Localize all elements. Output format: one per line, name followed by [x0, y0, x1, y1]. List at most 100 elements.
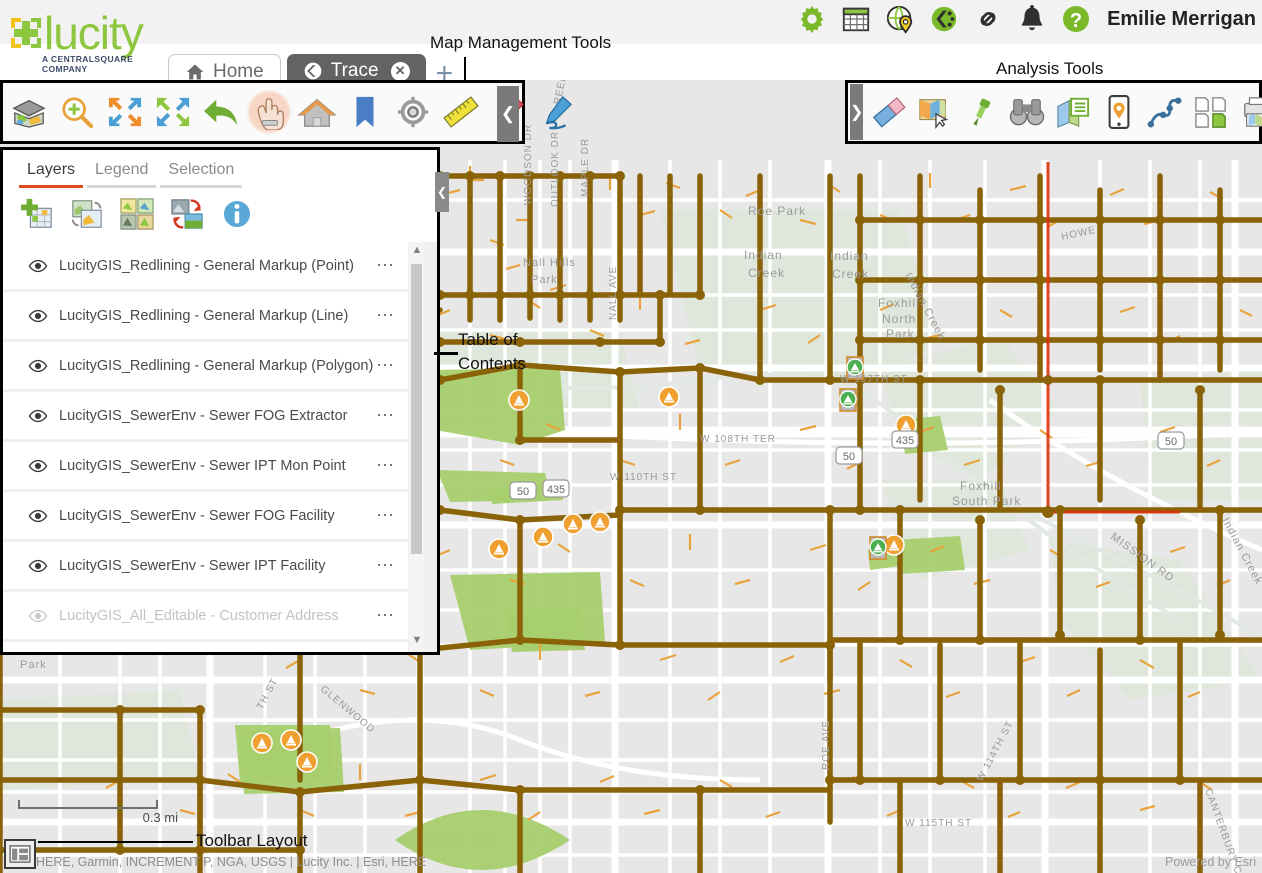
layer-visibility-eye-icon[interactable] — [25, 509, 51, 523]
reports-pages-icon[interactable] — [1189, 88, 1233, 136]
binoculars-search-icon[interactable] — [1005, 88, 1049, 136]
link-icon[interactable] — [971, 2, 1005, 36]
scrollbar-thumb[interactable] — [411, 264, 422, 554]
map-label: Creek — [748, 266, 785, 280]
lucity-k-icon[interactable] — [927, 2, 961, 36]
route-shield-label: 50 — [1165, 436, 1177, 448]
layer-row[interactable]: LucityGIS_SewerEnv - Sewer FOG Facility ⋯ — [3, 492, 408, 540]
print-map-icon[interactable] — [1235, 88, 1262, 136]
zoom-previous-icon[interactable] — [103, 88, 147, 136]
layer-row[interactable]: LucityGIS_All_Editable - Customer Addres… — [3, 592, 408, 640]
map-label: W 115TH ST — [905, 818, 972, 829]
redline-blue-pen-icon[interactable] — [535, 88, 579, 136]
route-shield: 50 — [835, 446, 863, 465]
lucity-gis-map-application: REEDS DRWOODSON DROUTLOOK DRMAPLE DRNall… — [0, 0, 1262, 873]
layer-row[interactable]: LucityGIS_SewerEnv - Sewer IPT Facility ⋯ — [3, 542, 408, 590]
analysis-toolbar: ❯ — [845, 80, 1262, 144]
undo-arrow-icon[interactable] — [199, 88, 243, 136]
map-scalebar: 0.3 mi — [18, 800, 178, 825]
pan-hand-icon[interactable] — [247, 88, 291, 136]
layer-row[interactable]: LucityGIS_SewerEnv - Sewer IPT Mon Point… — [3, 442, 408, 490]
layer-list-scrollbar[interactable]: ▲ ▼ — [409, 242, 425, 652]
map-label: W 107TH ST — [840, 374, 908, 385]
header-icon-bar: ? Emilie Merrigan — [795, 2, 1262, 36]
table-of-contents-panel: ❮ Layers Legend Selection LucityGIS_Redl… — [0, 147, 449, 655]
select-features-icon[interactable] — [913, 88, 957, 136]
annotation-table-of-contents: Table of Contents — [458, 330, 527, 373]
map-label: NALL AVE — [608, 266, 619, 320]
layer-row[interactable]: LucityGIS_SewerEnv - Sewer FOG Extractor… — [3, 392, 408, 440]
toc-collapse-button[interactable]: ❮ — [435, 172, 449, 212]
layer-row[interactable]: LucityGIS_Redlining - General Markup (Li… — [3, 292, 408, 340]
layer-options-menu[interactable]: ⋯ — [376, 305, 408, 326]
layer-row[interactable]: LucityGIS_Redlining - General Markup (Po… — [3, 242, 408, 290]
layer-visibility-eye-icon[interactable] — [25, 259, 51, 273]
toc-tab-selection[interactable]: Selection — [160, 159, 243, 188]
toc-tab-legend[interactable]: Legend — [87, 159, 157, 188]
layer-visibility-eye-icon[interactable] — [25, 459, 51, 473]
open-map-icon[interactable] — [7, 88, 51, 136]
help-icon[interactable]: ? — [1059, 2, 1093, 36]
map-label: Indian — [830, 249, 869, 263]
map-label: Park — [531, 274, 558, 286]
layer-row[interactable]: lctclients_View⋯ — [3, 642, 408, 652]
zoom-in-search-icon[interactable] — [55, 88, 99, 136]
route-shield: 435 — [891, 430, 919, 449]
map-attributes-icon[interactable] — [1051, 88, 1095, 136]
layer-options-menu[interactable]: ⋯ — [376, 505, 408, 526]
bell-icon[interactable] — [1015, 2, 1049, 36]
analysis-expand-button[interactable]: ❯ — [850, 84, 864, 140]
toc-tab-layers[interactable]: Layers — [19, 159, 84, 188]
bookmark-icon[interactable] — [343, 88, 387, 136]
add-layer-icon[interactable] — [17, 196, 57, 232]
map-label: Park — [20, 659, 47, 671]
layer-options-menu[interactable]: ⋯ — [376, 355, 408, 376]
map-attribution: HERE, Garmin, INCREMENT P, NGA, USGS | L… — [36, 855, 427, 869]
refresh-layers-icon[interactable] — [67, 196, 107, 232]
layer-name-label: LucityGIS_SewerEnv - Sewer IPT Mon Point — [59, 457, 346, 474]
trace-network-icon[interactable] — [1143, 88, 1187, 136]
map-label: Roe Park — [748, 204, 806, 218]
annotation-leader-map-management — [464, 57, 466, 83]
calendar-icon[interactable] — [839, 2, 873, 36]
map-label: OUTLOOK DR — [550, 131, 561, 207]
scroll-up-arrow[interactable]: ▲ — [411, 244, 423, 260]
layer-options-menu[interactable]: ⋯ — [376, 605, 408, 626]
mobile-location-icon[interactable] — [1097, 88, 1141, 136]
pushpin-icon[interactable] — [959, 88, 1003, 136]
layer-visibility-eye-icon[interactable] — [25, 559, 51, 573]
swap-basemap-icon[interactable] — [167, 196, 207, 232]
lucity-logo[interactable]: lucity A CENTRALSQUARE COMPANY — [8, 6, 168, 74]
map-management-collapse-button[interactable]: ❮ — [497, 86, 519, 142]
layer-list[interactable]: LucityGIS_Redlining - General Markup (Po… — [3, 242, 437, 652]
layer-options-menu[interactable]: ⋯ — [376, 555, 408, 576]
layer-visibility-eye-icon[interactable] — [25, 309, 51, 323]
layer-options-menu[interactable]: ⋯ — [376, 405, 408, 426]
tab-close-icon[interactable]: ✕ — [390, 61, 410, 81]
settings-gear-icon[interactable] — [795, 2, 829, 36]
map-label: Park — [886, 327, 915, 341]
info-icon[interactable] — [217, 196, 257, 232]
annotation-leader-toc — [434, 352, 458, 355]
layer-options-menu[interactable]: ⋯ — [376, 255, 408, 276]
scroll-down-arrow[interactable]: ▼ — [411, 634, 423, 650]
layer-visibility-eye-icon[interactable] — [25, 409, 51, 423]
layer-visibility-eye-icon[interactable] — [25, 609, 51, 623]
layer-row[interactable]: LucityGIS_Redlining - General Markup (Po… — [3, 342, 408, 390]
map-label: Nall Hills — [523, 257, 576, 269]
measure-ruler-icon[interactable] — [439, 88, 483, 136]
user-name-label: Emilie Merrigan — [1107, 7, 1256, 30]
svg-text:?: ? — [1070, 10, 1082, 32]
layer-groups-icon[interactable] — [117, 196, 157, 232]
layer-options-menu[interactable]: ⋯ — [376, 455, 408, 476]
globe-location-icon[interactable] — [883, 2, 917, 36]
layer-name-label: LucityGIS_Redlining - General Markup (Li… — [59, 307, 349, 324]
locate-target-icon[interactable] — [391, 88, 435, 136]
clear-eraser-icon[interactable] — [867, 88, 911, 136]
logo-wordmark: lucity — [44, 7, 144, 59]
zoom-full-extent-icon[interactable] — [151, 88, 195, 136]
layer-visibility-eye-icon[interactable] — [25, 359, 51, 373]
basemap-gallery-icon[interactable] — [4, 839, 36, 869]
home-extent-icon[interactable] — [295, 88, 339, 136]
layer-name-label: LucityGIS_Redlining - General Markup (Po… — [59, 257, 354, 274]
